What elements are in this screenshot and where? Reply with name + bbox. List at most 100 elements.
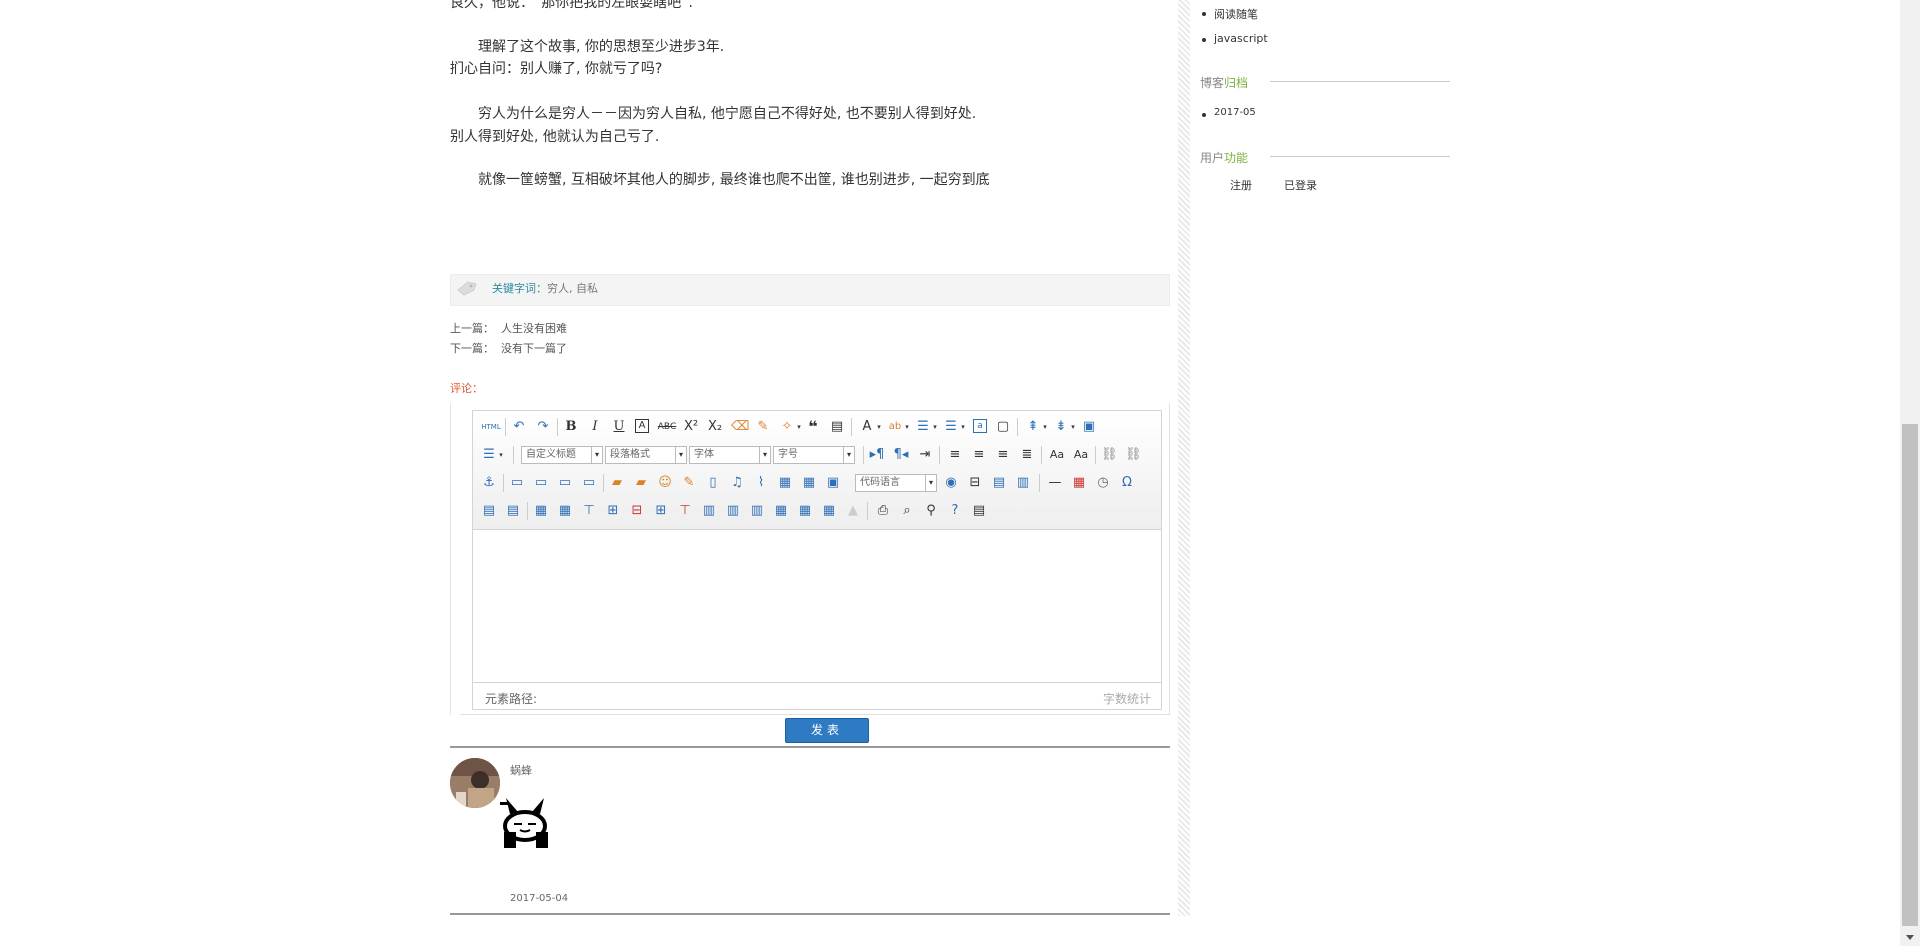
paste-text-icon[interactable]: ▤ [829,419,845,435]
avatar[interactable] [450,758,500,808]
strikethrough-icon[interactable]: ABC [657,419,677,435]
horizontal-rule-icon[interactable]: — [1047,475,1063,491]
eraser-icon[interactable]: ⌫ [731,419,749,435]
background-icon[interactable]: ▥ [1015,475,1031,491]
chevron-down-icon[interactable]: ▾ [1065,419,1081,435]
emotion-icon[interactable]: ☺ [657,475,673,491]
align-justify-icon[interactable]: ≣ [1019,447,1035,463]
font-size-select[interactable]: 字号 ▾ [773,446,855,464]
search-replace-icon[interactable]: ⚲ [923,503,939,519]
wordimage-icon[interactable]: ▤ [481,503,497,519]
print-icon[interactable]: ⎙ [875,503,891,519]
chevron-down-icon[interactable]: ▾ [871,419,887,435]
attachment-icon[interactable]: ⌇ [753,475,769,491]
multi-image-icon[interactable]: ▰ [633,475,649,491]
register-link[interactable]: 注册 [1230,177,1252,193]
web-app-icon[interactable]: ◉ [943,475,959,491]
scrawl-icon[interactable]: ✎ [681,475,697,491]
to-uppercase-icon[interactable]: Aa [1049,447,1065,463]
scrollbar-thumb[interactable] [1902,424,1918,926]
special-char-icon[interactable]: Ω [1119,475,1135,491]
subscript-icon[interactable]: X₂ [707,419,723,435]
help-icon[interactable]: ? [947,503,963,519]
custom-title-select[interactable]: 自定义标题 ▾ [521,446,603,464]
archive-heading-part2: 归档 [1224,76,1249,90]
chevron-down-icon[interactable]: ▾ [927,419,943,435]
date-icon[interactable]: ▦ [1071,475,1087,491]
chevron-down-icon[interactable]: ▾ [1037,419,1053,435]
image-left-icon[interactable]: ▭ [533,475,549,491]
insert-frame-icon[interactable]: ▣ [825,475,841,491]
chevron-down-icon: ▾ [925,475,936,491]
archive-item[interactable]: 2017-05 [1214,107,1256,118]
scroll-down-button[interactable] [1900,929,1920,946]
redo-icon[interactable]: ↷ [535,419,551,435]
font-family-select[interactable]: 字体 ▾ [689,446,771,464]
sidebar-category-item[interactable]: 阅读随笔 [1214,6,1258,22]
delete-col-icon[interactable]: ⊤ [677,503,693,519]
clear-doc-icon[interactable]: ▢ [995,419,1011,435]
select-all-icon[interactable]: a [973,419,987,433]
paragraph-format-select[interactable]: 段落格式 ▾ [605,446,687,464]
insert-paragraph-before-table-icon[interactable]: ⊤ [581,503,597,519]
image-center-icon[interactable]: ▭ [581,475,597,491]
bold-icon[interactable]: B [563,419,579,435]
insert-video-icon[interactable]: ▯ [705,475,721,491]
html-source-icon[interactable]: HTML [481,419,501,435]
submit-button[interactable]: 发表 [785,718,869,743]
preview-icon[interactable]: ▣ [1081,419,1097,435]
chevron-down-icon[interactable]: ▾ [493,447,509,463]
to-lowercase-icon[interactable]: Aa [1073,447,1089,463]
undo-icon[interactable]: ↶ [511,419,527,435]
music-icon[interactable]: ♫ [729,475,745,491]
chevron-down-icon[interactable]: ▾ [899,419,915,435]
delete-table-icon[interactable]: ▦ [557,503,573,519]
insert-image-icon[interactable]: ▰ [609,475,625,491]
logged-in-link[interactable]: 已登录 [1284,177,1317,193]
insert-table-icon[interactable]: ▦ [533,503,549,519]
insert-row-icon[interactable]: ⊞ [605,503,621,519]
delete-row-icon[interactable]: ⊟ [629,503,645,519]
sidebar-category-item[interactable]: javascript [1214,32,1268,45]
align-right-icon[interactable]: ≡ [995,447,1011,463]
unlink-icon[interactable]: ⛓ [1125,447,1142,463]
align-center-icon[interactable]: ≡ [971,447,987,463]
draft-icon[interactable]: ▤ [971,503,987,519]
split-to-rows-icon[interactable]: ▦ [797,503,813,519]
insert-col-icon[interactable]: ⊞ [653,503,669,519]
merge-down-icon[interactable]: ▥ [749,503,765,519]
chart-icon[interactable]: ▲ [845,503,861,519]
italic-icon[interactable]: I [587,419,603,435]
prev-post-link[interactable]: 人生没有困难 [501,322,567,335]
indent-icon[interactable]: ⇥ [917,447,933,463]
page-break-icon[interactable]: ⊟ [967,475,983,491]
align-left-icon[interactable]: ≡ [947,447,963,463]
template-icon[interactable]: ▤ [991,475,1007,491]
image-right-icon[interactable]: ▭ [557,475,573,491]
merge-cells-icon[interactable]: ▥ [701,503,717,519]
link-icon[interactable]: ⛓ [1101,447,1118,463]
split-to-cols-icon[interactable]: ▦ [821,503,837,519]
blockquote-icon[interactable]: ❝ [805,419,821,435]
code-language-select[interactable]: 代码语言 ▾ [855,474,937,492]
chevron-down-icon[interactable]: ▾ [955,419,971,435]
prev-post: 上一篇： 人生没有困难 [450,320,567,336]
font-border-icon[interactable]: A [635,419,649,433]
rtl-icon[interactable]: ¶◂ [893,447,909,463]
editor-toolbar: HTML ↶ ↷ B I U A ABC X² X₂ ⌫ ✎ ✧ ▾ ❝ ▤ A… [472,410,1162,530]
format-brush-icon[interactable]: ✎ [755,419,771,435]
insert-code-icon[interactable]: ▤ [505,503,521,519]
superscript-icon[interactable]: X² [683,419,699,435]
time-icon[interactable]: ◷ [1095,475,1111,491]
image-none-icon[interactable]: ▭ [509,475,525,491]
ltr-icon[interactable]: ▸¶ [869,447,885,463]
split-to-cells-icon[interactable]: ▦ [773,503,789,519]
underline-icon[interactable]: U [611,419,627,435]
anchor-icon[interactable]: ⚓ [481,475,497,491]
editor-content-area[interactable] [472,530,1162,682]
comment-author[interactable]: 蜗蜂 [510,762,532,778]
gmap-icon[interactable]: ▦ [801,475,817,491]
preview-search-icon[interactable]: ⌕ [899,503,915,519]
merge-right-icon[interactable]: ▥ [725,503,741,519]
map-icon[interactable]: ▦ [777,475,793,491]
